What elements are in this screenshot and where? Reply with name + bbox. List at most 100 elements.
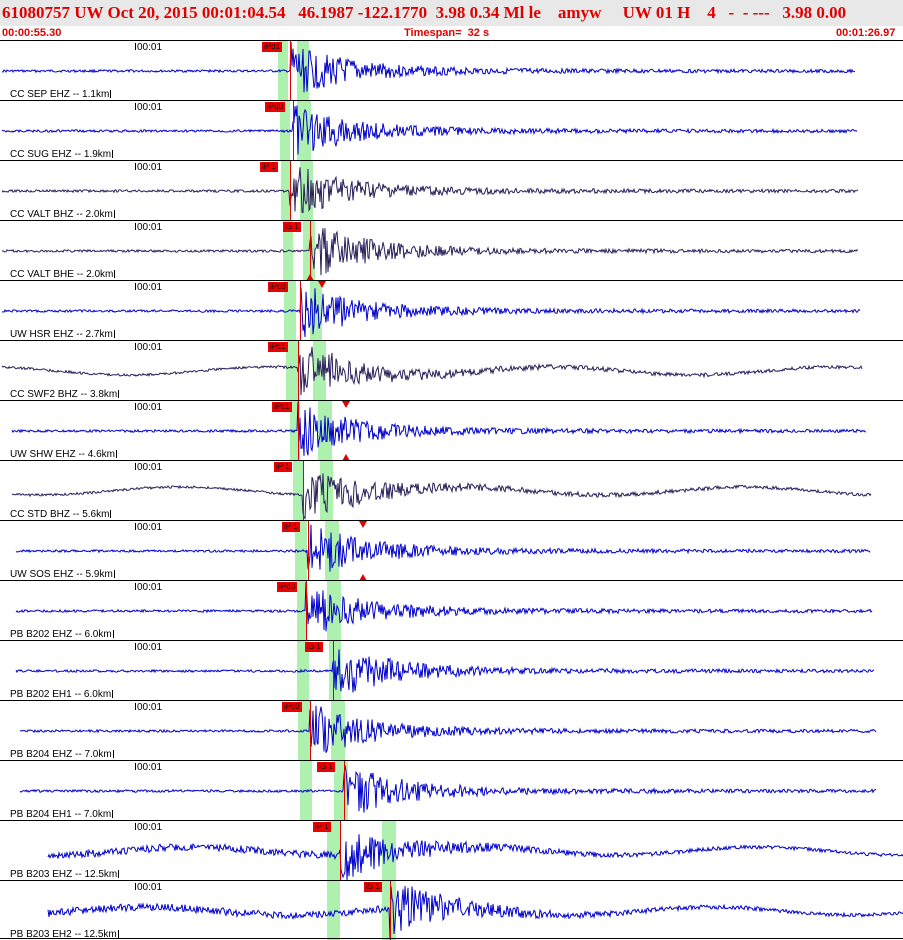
- channel-label: PB B203 EHZ -- 12.5km: [10, 869, 120, 880]
- pick-marker-line[interactable]: [293, 101, 294, 161]
- trace-panel[interactable]: 00:01 iPc0 PB B204 EHZ -- 7.0km: [0, 700, 903, 761]
- waveform-trace: [11, 473, 872, 520]
- waveform-line: [1, 167, 859, 214]
- pick-marker-line[interactable]: [308, 521, 309, 581]
- trace-panel[interactable]: 00:01 iPc1 UW SHW EHZ -- 4.6km: [0, 400, 903, 461]
- pick-marker-line[interactable]: [390, 881, 391, 940]
- waveform-line: [19, 705, 877, 753]
- waveform-trace: [19, 705, 877, 753]
- phase-pick-label[interactable]: iS 1: [317, 762, 335, 772]
- channel-label: PB B204 EHZ -- 7.0km: [10, 749, 114, 760]
- event-header: 61080757 UW Oct 20, 2015 00:01:04.54 46.…: [0, 0, 903, 26]
- trace-panel[interactable]: 00:01 iPd1 CC SEP EHZ -- 1.1km: [0, 40, 903, 101]
- window-end-time: 00:01:26.97: [836, 27, 896, 39]
- pick-marker-line[interactable]: [298, 341, 299, 401]
- label-bar: [112, 750, 114, 758]
- channel-label-text: PB B202 EH1 -- 6.0km: [10, 689, 112, 700]
- trace-panel[interactable]: 00:01 iS 1 PB B203 EH2 -- 12.5km: [0, 880, 903, 940]
- waveform-trace: [1, 346, 863, 396]
- channel-label-text: CC VALT BHZ -- 2.0km: [10, 209, 113, 220]
- channel-label-text: PB B204 EHZ -- 7.0km: [10, 749, 112, 760]
- waveform-line: [1, 228, 859, 276]
- channel-label-text: CC VALT BHE -- 2.0km: [10, 269, 114, 280]
- waveform-line: [1, 41, 856, 93]
- channel-label-text: UW HSR EHZ -- 2.7km: [10, 329, 113, 340]
- trace-panel[interactable]: 00:01 iPc0 UW HSR EHZ -- 2.7km: [0, 280, 903, 341]
- pick-marker-line[interactable]: [306, 581, 307, 641]
- phase-pick-label[interactable]: iS 1: [283, 222, 301, 232]
- pick-marker-line[interactable]: [310, 701, 311, 761]
- waveform-trace: [15, 524, 871, 572]
- waveform-trace: [47, 834, 903, 880]
- waveform-line: [19, 765, 877, 813]
- waveform-line: [15, 524, 871, 572]
- channel-label: PB B202 EHZ -- 6.0km: [10, 629, 114, 640]
- phase-pick-label[interactable]: iPc0: [268, 282, 288, 292]
- pick-marker-line[interactable]: [290, 161, 291, 221]
- trace-panel[interactable]: 00:01 iPd0 CC SUG EHZ -- 1.9km: [0, 100, 903, 161]
- waveform-line: [15, 649, 875, 693]
- phase-pick-label[interactable]: iPd1: [262, 42, 283, 52]
- channel-label: CC STD BHZ -- 5.6km: [10, 509, 112, 520]
- trace-panel[interactable]: 00:01 iP 1 CC VALT BHZ -- 2.0km: [0, 160, 903, 221]
- channel-label-text: PB B204 EH1 -- 7.0km: [10, 809, 112, 820]
- trace-panel[interactable]: 00:01 iPc1 CC SWF2 BHZ -- 3.8km: [0, 340, 903, 401]
- pick-marker-line[interactable]: [290, 41, 291, 101]
- amplitude-marker-down-icon: [359, 521, 367, 528]
- pick-marker-line[interactable]: [298, 401, 299, 461]
- pick-marker-line[interactable]: [344, 761, 345, 821]
- waveform-trace: [15, 581, 873, 632]
- label-bar: [118, 870, 120, 878]
- phase-pick-label[interactable]: iPd0: [277, 582, 298, 592]
- trace-panel[interactable]: 00:01 iS 1 PB B202 EH1 -- 6.0km: [0, 640, 903, 701]
- phase-pick-label[interactable]: iP 1: [282, 522, 300, 532]
- pick-marker-line[interactable]: [333, 641, 334, 701]
- trace-panel[interactable]: 00:01 iP 1 PB B203 EHZ -- 12.5km: [0, 820, 903, 881]
- channel-label-text: PB B203 EHZ -- 12.5km: [10, 869, 118, 880]
- waveform-trace: [1, 228, 859, 276]
- waveform-line: [11, 473, 872, 520]
- trace-panel[interactable]: 00:01 iP 1 UW SOS EHZ -- 5.9km: [0, 520, 903, 581]
- channel-label: CC SUG EHZ -- 1.9km: [10, 149, 114, 160]
- trace-panel[interactable]: 00:01 iS 1 CC VALT BHE -- 2.0km: [0, 220, 903, 281]
- waveform-line: [47, 886, 903, 939]
- label-bar: [117, 930, 119, 938]
- trace-panel[interactable]: 00:01 iS 1 PB B204 EH1 -- 7.0km: [0, 760, 903, 821]
- channel-label-text: CC STD BHZ -- 5.6km: [10, 509, 110, 520]
- waveform-trace: [1, 105, 858, 155]
- phase-pick-label[interactable]: iS 1: [305, 642, 323, 652]
- phase-pick-label[interactable]: iS 1: [364, 882, 382, 892]
- waveform-trace: [15, 649, 875, 693]
- seismogram-viewer: 61080757 UW Oct 20, 2015 00:01:04.54 46.…: [0, 0, 903, 940]
- label-bar: [116, 450, 117, 458]
- phase-pick-label[interactable]: iPc0: [282, 702, 302, 712]
- pick-marker-line[interactable]: [310, 221, 311, 281]
- phase-pick-label[interactable]: iPc1: [272, 402, 292, 412]
- channel-label-text: PB B202 EHZ -- 6.0km: [10, 629, 112, 640]
- waveform-trace: [1, 287, 861, 338]
- channel-label: UW HSR EHZ -- 2.7km: [10, 329, 115, 340]
- label-bar: [114, 270, 116, 278]
- waveform-line: [1, 287, 861, 338]
- phase-pick-label[interactable]: iP 1: [313, 822, 331, 832]
- phase-pick-label[interactable]: iP 1: [260, 162, 278, 172]
- label-bar: [110, 90, 112, 98]
- pick-marker-line[interactable]: [303, 461, 304, 521]
- channel-label: CC SWF2 BHZ -- 3.8km: [10, 389, 120, 400]
- channel-label-text: CC SEP EHZ -- 1.1km: [10, 89, 110, 100]
- label-bar: [112, 150, 114, 158]
- pick-marker-line[interactable]: [300, 281, 301, 341]
- phase-pick-label[interactable]: iPd0: [265, 102, 286, 112]
- window-start-time: 00:00:55.30: [2, 27, 62, 39]
- label-bar: [112, 810, 114, 818]
- trace-panel[interactable]: 00:01 iPd0 PB B202 EHZ -- 6.0km: [0, 580, 903, 641]
- phase-pick-label[interactable]: iPc1: [268, 342, 288, 352]
- channel-label-text: UW SOS EHZ -- 5.9km: [10, 569, 113, 580]
- label-bar: [113, 210, 115, 218]
- waveform-trace: [47, 886, 903, 939]
- trace-panel[interactable]: 00:01 iP 1 CC STD BHZ -- 5.6km: [0, 460, 903, 521]
- event-summary-title: 61080757 UW Oct 20, 2015 00:01:04.54 46.…: [2, 3, 847, 22]
- waveform-line: [11, 401, 867, 456]
- pick-marker-line[interactable]: [340, 821, 341, 881]
- phase-pick-label[interactable]: iP 1: [274, 462, 292, 472]
